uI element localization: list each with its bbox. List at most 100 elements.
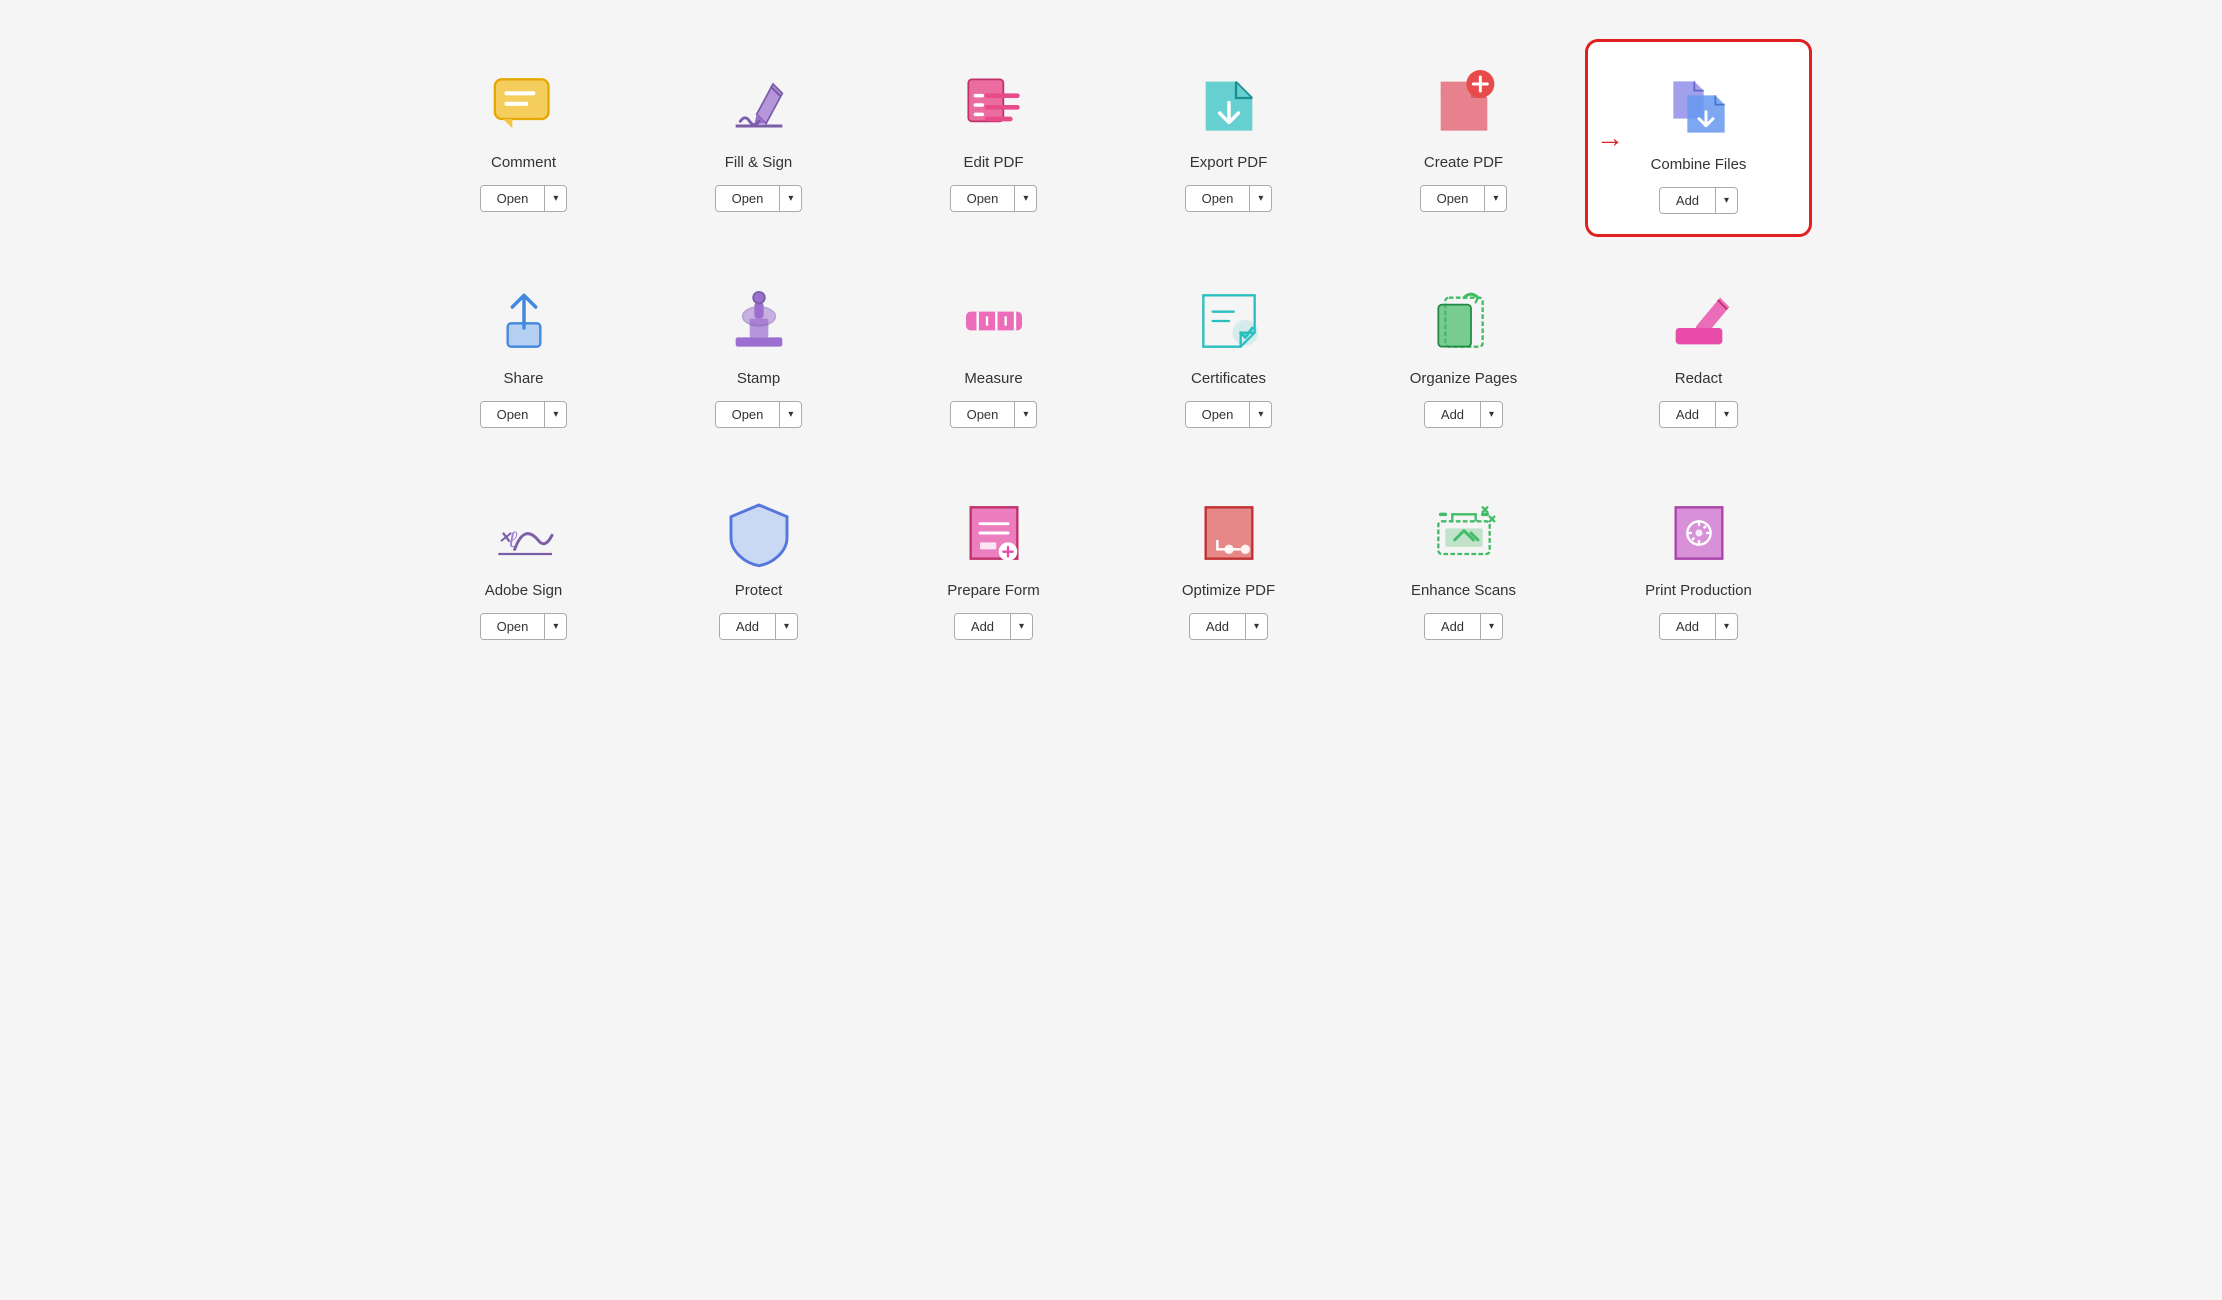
share-btn-main[interactable]: Open bbox=[481, 402, 546, 427]
comment-btn-main[interactable]: Open bbox=[481, 186, 546, 211]
enhance-scans-btn-main[interactable]: Add bbox=[1425, 614, 1481, 639]
prepare-form-icon bbox=[959, 498, 1029, 568]
organize-pages-label: Organize Pages bbox=[1410, 370, 1518, 387]
combine-files-btn-main[interactable]: Add bbox=[1660, 188, 1716, 213]
redact-btn-row: Add▾ bbox=[1659, 401, 1738, 428]
share-btn-dropdown[interactable]: ▾ bbox=[545, 404, 566, 425]
certificates-btn-row: Open▾ bbox=[1185, 401, 1273, 428]
print-production-btn-main[interactable]: Add bbox=[1660, 614, 1716, 639]
comment-icon bbox=[489, 70, 559, 140]
edit-pdf-label: Edit PDF bbox=[963, 154, 1023, 171]
organize-pages-btn-row: Add▾ bbox=[1424, 401, 1503, 428]
protect-btn-row: Add▾ bbox=[719, 613, 798, 640]
enhance-scans-icon bbox=[1429, 498, 1499, 568]
tool-card-edit-pdf: Edit PDF Open▾ bbox=[881, 40, 1106, 236]
tool-card-prepare-form: Prepare FormAdd▾ bbox=[881, 468, 1106, 660]
tool-card-certificates: Certificates Open▾ bbox=[1116, 256, 1341, 448]
measure-btn-dropdown[interactable]: ▾ bbox=[1015, 404, 1036, 425]
tool-card-optimize-pdf: Optimize PDF Add▾ bbox=[1116, 468, 1341, 660]
certificates-btn-dropdown[interactable]: ▾ bbox=[1250, 404, 1271, 425]
redact-btn-main[interactable]: Add bbox=[1660, 402, 1716, 427]
combine-files-btn-dropdown[interactable]: ▾ bbox=[1716, 190, 1737, 211]
tool-card-redact: Redact Add▾ bbox=[1586, 256, 1811, 448]
create-pdf-btn-main[interactable]: Open bbox=[1421, 186, 1486, 211]
edit-pdf-btn-dropdown[interactable]: ▾ bbox=[1015, 188, 1036, 209]
prepare-form-btn-row: Add▾ bbox=[954, 613, 1033, 640]
protect-label: Protect bbox=[735, 582, 783, 599]
fill-sign-btn-dropdown[interactable]: ▾ bbox=[780, 188, 801, 209]
enhance-scans-btn-dropdown[interactable]: ▾ bbox=[1481, 616, 1502, 637]
stamp-btn-dropdown[interactable]: ▾ bbox=[780, 404, 801, 425]
optimize-pdf-label: Optimize PDF bbox=[1182, 582, 1275, 599]
certificates-label: Certificates bbox=[1191, 370, 1266, 387]
tool-card-stamp: Stamp Open▾ bbox=[646, 256, 871, 448]
export-pdf-label: Export PDF bbox=[1190, 154, 1268, 171]
tool-card-create-pdf: → Create PDFOpen▾ bbox=[1351, 40, 1576, 236]
create-pdf-btn-dropdown[interactable]: ▾ bbox=[1485, 188, 1506, 209]
edit-pdf-btn-main[interactable]: Open bbox=[951, 186, 1016, 211]
prepare-form-btn-main[interactable]: Add bbox=[955, 614, 1011, 639]
tool-card-organize-pages: Organize Pages Add▾ bbox=[1351, 256, 1576, 448]
stamp-btn-row: Open▾ bbox=[715, 401, 803, 428]
tool-card-fill-sign: Fill & Sign Open▾ bbox=[646, 40, 871, 236]
print-production-btn-row: Add▾ bbox=[1659, 613, 1738, 640]
tool-card-export-pdf: Export PDF Open▾ bbox=[1116, 40, 1341, 236]
organize-pages-btn-dropdown[interactable]: ▾ bbox=[1481, 404, 1502, 425]
measure-btn-main[interactable]: Open bbox=[951, 402, 1016, 427]
optimize-pdf-btn-main[interactable]: Add bbox=[1190, 614, 1246, 639]
enhance-scans-label: Enhance Scans bbox=[1411, 582, 1516, 599]
svg-text:ℓ: ℓ bbox=[507, 527, 517, 553]
edit-pdf-icon bbox=[959, 70, 1029, 140]
prepare-form-btn-dropdown[interactable]: ▾ bbox=[1011, 616, 1032, 637]
certificates-btn-main[interactable]: Open bbox=[1186, 402, 1251, 427]
create-pdf-label: Create PDF bbox=[1424, 154, 1503, 171]
combine-files-label: Combine Files bbox=[1651, 156, 1747, 173]
redact-label: Redact bbox=[1675, 370, 1723, 387]
share-icon bbox=[489, 286, 559, 356]
adobe-sign-btn-dropdown[interactable]: ▾ bbox=[545, 616, 566, 637]
tool-card-comment: Comment Open▾ bbox=[411, 40, 636, 236]
comment-btn-dropdown[interactable]: ▾ bbox=[545, 188, 566, 209]
print-production-btn-dropdown[interactable]: ▾ bbox=[1716, 616, 1737, 637]
export-pdf-btn-main[interactable]: Open bbox=[1186, 186, 1251, 211]
fill-sign-label: Fill & Sign bbox=[725, 154, 793, 171]
optimize-pdf-btn-dropdown[interactable]: ▾ bbox=[1246, 616, 1267, 637]
measure-label: Measure bbox=[964, 370, 1022, 387]
adobe-sign-icon: ✕ ℓ bbox=[489, 498, 559, 568]
fill-sign-btn-main[interactable]: Open bbox=[716, 186, 781, 211]
comment-label: Comment bbox=[491, 154, 556, 171]
optimize-pdf-icon bbox=[1194, 498, 1264, 568]
stamp-label: Stamp bbox=[737, 370, 780, 387]
protect-btn-dropdown[interactable]: ▾ bbox=[776, 616, 797, 637]
tools-grid: CommentOpen▾ Fill & SignOpen▾ Edit PDFOp… bbox=[411, 40, 1811, 660]
certificates-icon bbox=[1194, 286, 1264, 356]
combine-files-icon bbox=[1664, 72, 1734, 142]
tool-card-protect: Protect Add▾ bbox=[646, 468, 871, 660]
adobe-sign-btn-main[interactable]: Open bbox=[481, 614, 546, 639]
create-pdf-btn-row: Open▾ bbox=[1420, 185, 1508, 212]
protect-btn-main[interactable]: Add bbox=[720, 614, 776, 639]
comment-btn-row: Open▾ bbox=[480, 185, 568, 212]
arrow-indicator: → bbox=[1596, 122, 1624, 154]
tool-card-measure: Measure Open▾ bbox=[881, 256, 1106, 448]
tool-card-share: ShareOpen▾ bbox=[411, 256, 636, 448]
export-pdf-btn-dropdown[interactable]: ▾ bbox=[1250, 188, 1271, 209]
fill-sign-icon bbox=[724, 70, 794, 140]
measure-btn-row: Open▾ bbox=[950, 401, 1038, 428]
tool-card-enhance-scans: Enhance Scans Add▾ bbox=[1351, 468, 1576, 660]
redact-btn-dropdown[interactable]: ▾ bbox=[1716, 404, 1737, 425]
export-pdf-icon bbox=[1194, 70, 1264, 140]
adobe-sign-btn-row: Open▾ bbox=[480, 613, 568, 640]
share-btn-row: Open▾ bbox=[480, 401, 568, 428]
adobe-sign-label: Adobe Sign bbox=[485, 582, 563, 599]
organize-pages-btn-main[interactable]: Add bbox=[1425, 402, 1481, 427]
tool-card-print-production: Print ProductionAdd▾ bbox=[1586, 468, 1811, 660]
tool-card-adobe-sign: ✕ ℓ Adobe Sign Open▾ bbox=[411, 468, 636, 660]
stamp-btn-main[interactable]: Open bbox=[716, 402, 781, 427]
enhance-scans-btn-row: Add▾ bbox=[1424, 613, 1503, 640]
export-pdf-btn-row: Open▾ bbox=[1185, 185, 1273, 212]
combine-files-btn-row: Add▾ bbox=[1659, 187, 1738, 214]
optimize-pdf-btn-row: Add▾ bbox=[1189, 613, 1268, 640]
fill-sign-btn-row: Open▾ bbox=[715, 185, 803, 212]
measure-icon bbox=[959, 286, 1029, 356]
